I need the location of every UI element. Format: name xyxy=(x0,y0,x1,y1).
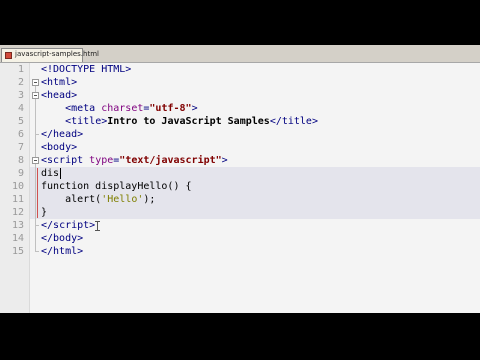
text-caret xyxy=(60,168,61,179)
code-token: 'Hello' xyxy=(101,194,144,205)
code-token: <head> xyxy=(41,90,78,101)
line-number: 7 xyxy=(17,142,24,153)
tab-label: javascript-samples.html xyxy=(15,50,99,58)
code-token: <body> xyxy=(41,142,78,153)
code-line[interactable]: </html> xyxy=(41,245,83,258)
fold-toggle-icon[interactable] xyxy=(32,79,39,86)
line-number: 9 xyxy=(17,168,24,179)
code-line[interactable]: dis xyxy=(41,167,59,180)
html-file-icon xyxy=(5,52,12,59)
line-number: 4 xyxy=(17,103,24,114)
line-number: 2 xyxy=(17,77,24,88)
fold-toggle-icon[interactable] xyxy=(32,92,39,99)
code-token: ); xyxy=(143,194,156,205)
code-editor[interactable]: javascript-samples.html 1 <!DOCTYPE HTML>… xyxy=(0,45,480,313)
code-token: <meta xyxy=(65,103,102,114)
code-token: "text/javascript" xyxy=(119,155,222,166)
fold-guide xyxy=(35,164,36,225)
code-line[interactable]: </head> xyxy=(41,128,83,141)
line-number: 14 xyxy=(11,233,24,244)
line-number: 5 xyxy=(17,116,24,127)
line-number: 15 xyxy=(11,246,24,257)
code-line[interactable]: </script> xyxy=(41,219,95,232)
code-token: alert( xyxy=(41,194,102,205)
code-token: <!DOCTYPE HTML> xyxy=(41,64,132,75)
code-token: <html> xyxy=(41,77,78,88)
fold-end-mark xyxy=(35,225,39,226)
code-line[interactable]: <!DOCTYPE HTML> xyxy=(41,63,131,76)
code-line[interactable]: <head> xyxy=(41,89,77,102)
current-line-highlight xyxy=(30,206,480,219)
fold-guide xyxy=(35,99,36,134)
code-token: </ xyxy=(41,220,54,231)
code-token: </html> xyxy=(41,246,84,257)
code-token: charset xyxy=(101,103,144,114)
code-line[interactable]: alert('Hello'); xyxy=(41,193,155,206)
code-token: type xyxy=(89,155,114,166)
code-token: } xyxy=(41,207,48,218)
current-line-highlight xyxy=(30,167,480,180)
code-token: script xyxy=(53,220,90,231)
line-number: 6 xyxy=(17,129,24,140)
line-number: 3 xyxy=(17,90,24,101)
fold-end-mark xyxy=(35,251,39,252)
fold-toggle-icon[interactable] xyxy=(32,157,39,164)
code-line[interactable]: } xyxy=(41,206,47,219)
code-token: Intro to JavaScript Samples xyxy=(107,116,270,127)
tab-javascript-samples[interactable]: javascript-samples.html xyxy=(1,48,99,62)
code-line[interactable]: <title>Intro to JavaScript Samples</titl… xyxy=(41,115,318,128)
code-line[interactable]: function displayHello() { xyxy=(41,180,192,193)
line-number: 12 xyxy=(11,207,24,218)
code-line[interactable]: <html> xyxy=(41,76,77,89)
code-token: <title> xyxy=(65,116,108,127)
code-line[interactable]: <body> xyxy=(41,141,77,154)
line-number: 11 xyxy=(11,194,24,205)
code-token: </body> xyxy=(41,233,84,244)
line-number: 10 xyxy=(11,181,24,192)
code-token: dis xyxy=(41,168,60,179)
code-token: <script xyxy=(41,155,90,166)
line-number: 1 xyxy=(17,64,24,75)
code-line[interactable]: </body> xyxy=(41,232,83,245)
ibeam-cursor-icon xyxy=(95,221,100,231)
code-token: </title> xyxy=(269,116,318,127)
code-token: > xyxy=(221,155,228,166)
code-token: "utf-8" xyxy=(149,103,192,114)
code-token: function displayHello() { xyxy=(41,181,192,192)
code-line[interactable]: <meta charset="utf-8"> xyxy=(41,102,198,115)
code-token: > xyxy=(191,103,198,114)
change-marker xyxy=(37,168,38,218)
tab-bar: javascript-samples.html xyxy=(0,45,480,63)
line-number: 8 xyxy=(17,155,24,166)
code-token: </head> xyxy=(41,129,84,140)
line-number: 13 xyxy=(11,220,24,231)
fold-end-mark xyxy=(35,134,39,135)
code-line[interactable]: <script type="text/javascript"> xyxy=(41,154,228,167)
